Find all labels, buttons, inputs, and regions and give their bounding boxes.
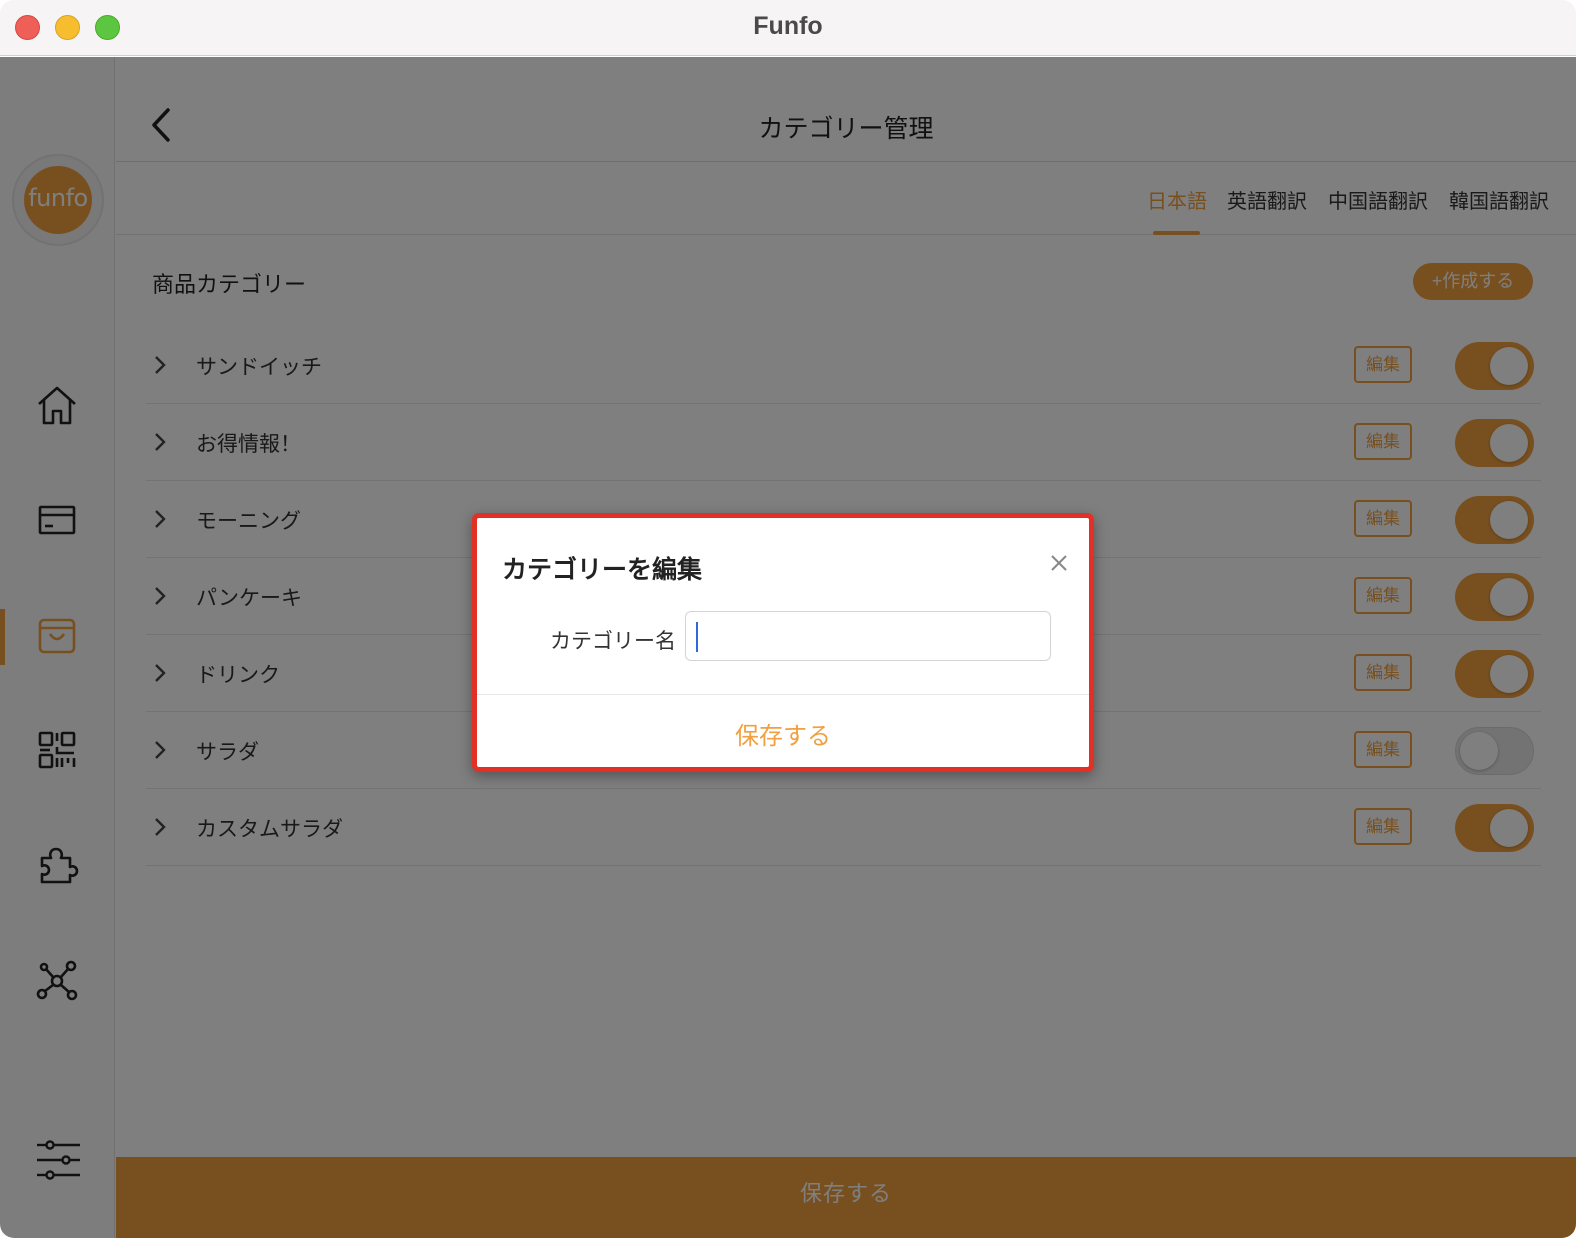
app-window: Funfo funfo	[0, 0, 1576, 1238]
window-title: Funfo	[753, 12, 823, 40]
close-button[interactable]	[1047, 551, 1071, 575]
title-bar: Funfo	[0, 0, 1576, 56]
close-icon	[1051, 555, 1067, 571]
dialog-save-button[interactable]: 保存する	[477, 716, 1089, 751]
text-caret	[696, 622, 698, 652]
dialog-divider	[477, 694, 1089, 695]
dialog-title: カテゴリーを編集	[502, 555, 703, 584]
edit-category-dialog: カテゴリーを編集 カテゴリー名 保存する	[472, 513, 1094, 772]
category-name-label: カテゴリー名	[550, 629, 676, 653]
category-name-input[interactable]	[685, 611, 1051, 661]
